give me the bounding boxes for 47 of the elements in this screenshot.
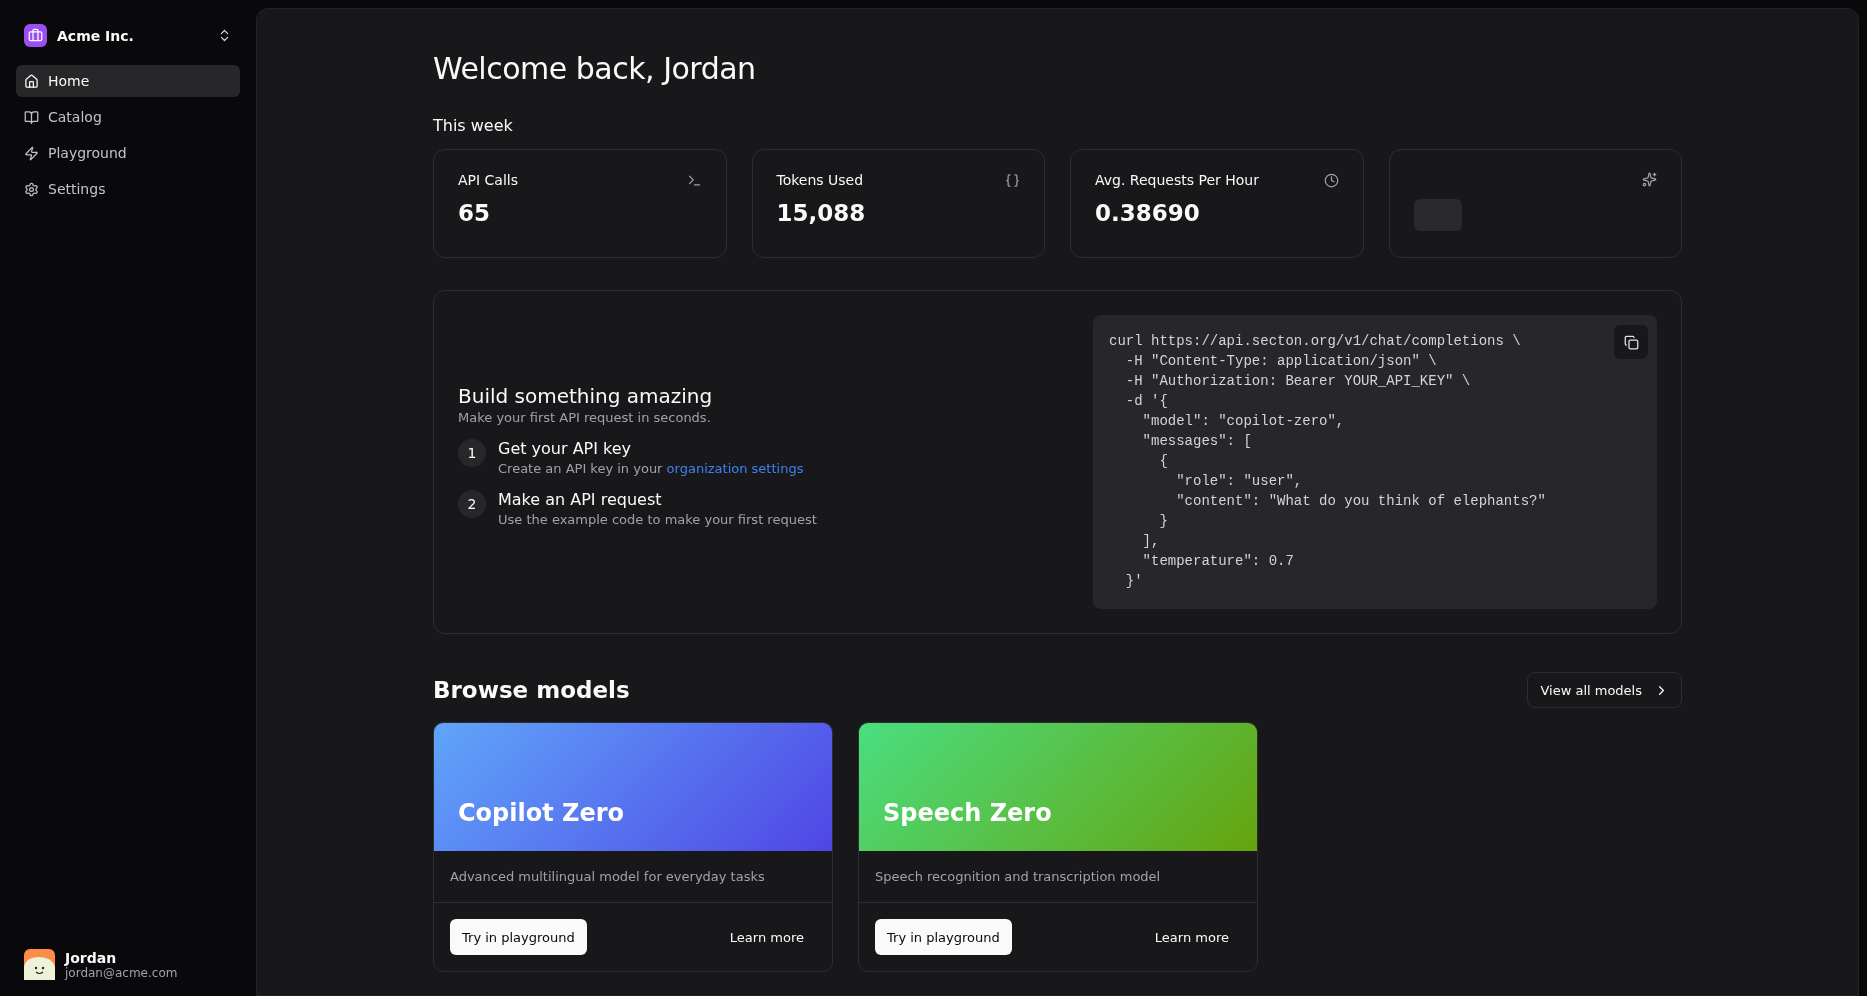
- nav-item[interactable]: Playground: [16, 137, 240, 169]
- stat-value: 0.38690: [1095, 200, 1201, 226]
- stat-label: API Calls: [458, 172, 519, 188]
- org-name: Acme Inc.: [57, 27, 135, 44]
- page-title: Welcome back, Jordan: [433, 51, 757, 86]
- step-text: Create an API key in your organization settings: [498, 460, 804, 476]
- stat-label: Avg. Requests Per Hour: [1095, 172, 1259, 188]
- nav-item[interactable]: Catalog: [16, 101, 240, 133]
- lightning-icon: [24, 145, 39, 161]
- step-title: Make an API request: [498, 489, 663, 509]
- terminal-icon: [686, 172, 702, 188]
- stat-value: 15,088: [776, 200, 867, 226]
- user-email: jordan@acme.com: [65, 965, 178, 980]
- nav-item[interactable]: Home: [16, 65, 240, 97]
- try-button[interactable]: Try in playground: [875, 919, 1012, 955]
- model-description: Speech recognition and transcription model: [859, 851, 1257, 903]
- copy-icon: [1623, 334, 1639, 350]
- quickstart-subtitle: Make your first API request in seconds.: [458, 409, 712, 425]
- stat-label: Tokens Used: [776, 172, 864, 188]
- nav-item[interactable]: Settings: [16, 173, 240, 205]
- step-number: 1: [458, 438, 486, 467]
- settings-icon: [24, 181, 39, 197]
- clock-icon: [1323, 172, 1339, 188]
- learn-more-button[interactable]: Learn more: [717, 919, 816, 955]
- step-text: Use the example code to make your first request: [498, 511, 817, 527]
- learn-more-button[interactable]: Learn more: [1142, 919, 1241, 955]
- settings-link[interactable]: organization settings: [666, 460, 804, 476]
- org-logo-icon: [24, 24, 47, 47]
- copy-button[interactable]: [1614, 325, 1648, 359]
- model-description: Advanced multilingual model for everyday tasks: [434, 851, 832, 903]
- try-button[interactable]: Try in playground: [450, 919, 587, 955]
- view-all-button[interactable]: View all models: [1527, 672, 1682, 708]
- home-icon: [24, 73, 39, 89]
- model-name: Copilot Zero: [458, 799, 625, 827]
- section-title: This week: [433, 116, 514, 135]
- user-name: Jordan: [65, 949, 118, 966]
- model-name: Speech Zero: [883, 799, 1052, 827]
- code-text: curl https://api.secton.org/v1/chat/completions \ -H "Content-Type: application/json" \ -H "Authorization: Bearer YOUR_API_KEY" \ -d '{ "model": "copilot-zero", "messages": [ { "role": "user", "content": "What do you think of elephants?" } ], "temperature": 0.7 }': [1109, 332, 1546, 591]
- avatar-icon: [24, 949, 55, 980]
- stat-value: 65: [458, 200, 491, 226]
- step-title: Get your API key: [498, 438, 633, 458]
- book-icon: [24, 109, 39, 125]
- braces-icon: [1005, 172, 1020, 188]
- step-number: 2: [458, 489, 486, 518]
- quickstart-title: Build something amazing: [458, 383, 714, 408]
- section-title: Browse models: [433, 677, 630, 703]
- sparkles-icon: [1642, 172, 1657, 187]
